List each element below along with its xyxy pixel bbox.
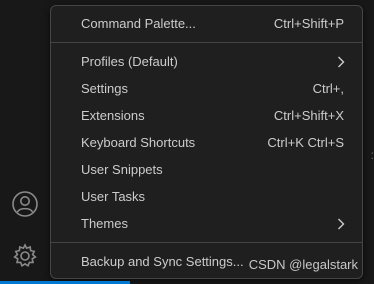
menu-item-label: Profiles (Default) [81,54,178,69]
menu-separator [51,42,362,43]
menu-item-settings[interactable]: Settings Ctrl+, [51,75,362,102]
menu-item-keyboard-shortcuts[interactable]: Keyboard Shortcuts Ctrl+K Ctrl+S [51,129,362,156]
menu-item-label: Command Palette... [81,16,196,31]
menu-separator [51,242,362,243]
activity-bar [0,0,50,284]
menu-item-shortcut: Ctrl+Shift+X [273,108,344,123]
menu-item-shortcut: Ctrl+, [312,81,344,96]
menu-item-label: Keyboard Shortcuts [81,135,196,150]
menu-item-profiles[interactable]: Profiles (Default) [51,48,362,75]
menu-item-label: Extensions [81,108,145,123]
menu-item-label: User Snippets [81,162,163,177]
chevron-right-icon [336,218,346,229]
account-icon[interactable] [9,188,41,220]
menu-item-label: Themes [81,216,128,231]
watermark-text: CSDN @legalstark [248,257,358,272]
manage-context-menu: Command Palette... Ctrl+Shift+P Profiles… [50,5,363,279]
gear-icon[interactable] [9,240,41,272]
menu-item-themes[interactable]: Themes [51,210,362,237]
menu-item-user-snippets[interactable]: User Snippets [51,156,362,183]
chevron-right-icon [336,56,346,67]
vscode-window: : Command Palette... Ctrl+Shift+P Profil… [0,0,374,284]
menu-item-label: Settings [81,81,128,96]
menu-item-shortcut: Ctrl+Shift+P [273,16,344,31]
menu-item-command-palette[interactable]: Command Palette... Ctrl+Shift+P [51,10,362,37]
menu-item-shortcut: Ctrl+K Ctrl+S [267,135,344,150]
menu-item-extensions[interactable]: Extensions Ctrl+Shift+X [51,102,362,129]
menu-item-label: User Tasks [81,189,146,204]
editor-background-fragment: : [370,148,374,162]
menu-item-user-tasks[interactable]: User Tasks [51,183,362,210]
